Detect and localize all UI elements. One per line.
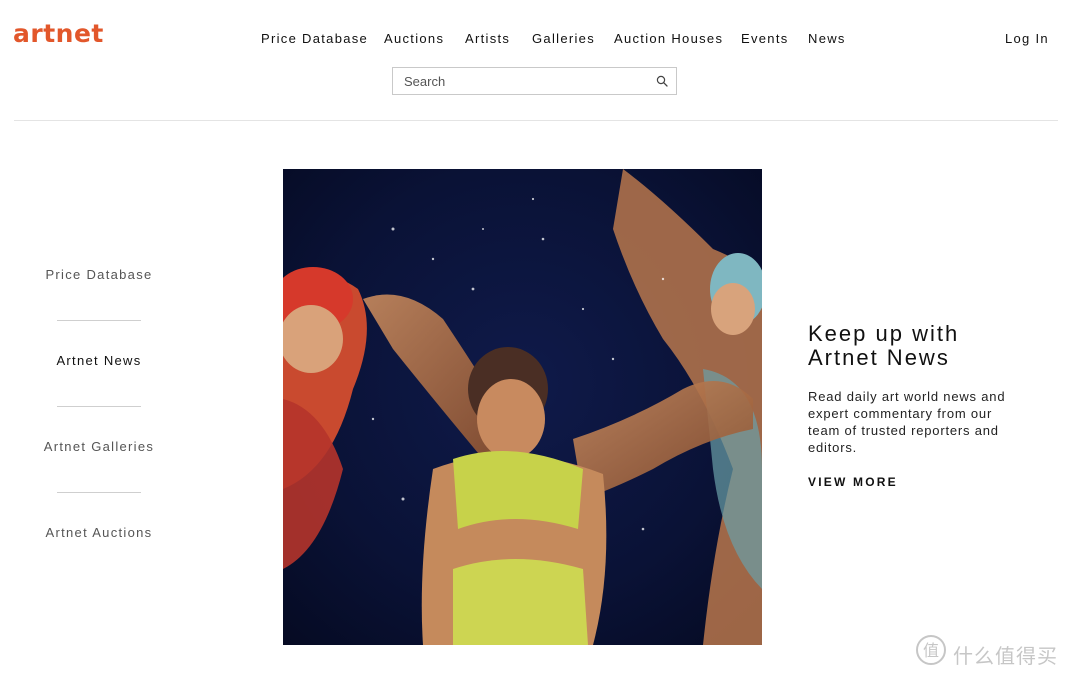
nav-events[interactable]: Events xyxy=(741,31,789,46)
hero-image xyxy=(283,169,762,645)
sidebar-item-artnet-galleries[interactable]: Artnet Galleries xyxy=(0,439,198,454)
search-icon[interactable] xyxy=(656,75,668,87)
news-promo: Keep up with Artnet News Read daily art … xyxy=(808,322,1008,491)
search-input[interactable] xyxy=(393,68,643,94)
nav-auction-houses[interactable]: Auction Houses xyxy=(614,31,723,46)
promo-title: Keep up with Artnet News xyxy=(808,322,1008,370)
sidebar-divider xyxy=(57,406,141,407)
nav-price-database[interactable]: Price Database xyxy=(261,31,368,46)
nav-auctions[interactable]: Auctions xyxy=(384,31,444,46)
sidebar-divider xyxy=(57,320,141,321)
sidebar-divider xyxy=(57,492,141,493)
header-divider xyxy=(14,120,1058,121)
sidebar-item-artnet-news[interactable]: Artnet News xyxy=(0,353,198,368)
view-more-link[interactable]: VIEW MORE xyxy=(808,475,898,489)
promo-title-line1: Keep up with xyxy=(808,321,960,346)
login-link[interactable]: Log In xyxy=(1005,31,1049,46)
main-nav: Price Database Auctions Artists Gallerie… xyxy=(0,31,1080,47)
nav-artists[interactable]: Artists xyxy=(465,31,510,46)
promo-body-line2: expert commentary from our xyxy=(808,406,993,421)
promo-description: Read daily art world news and expert com… xyxy=(808,388,1008,456)
nav-galleries[interactable]: Galleries xyxy=(532,31,595,46)
sidebar-item-price-database[interactable]: Price Database xyxy=(0,267,198,282)
promo-body-line3: team of trusted reporters and xyxy=(808,423,999,438)
sidebar-item-artnet-auctions[interactable]: Artnet Auctions xyxy=(0,525,198,540)
nav-news[interactable]: News xyxy=(808,31,846,46)
promo-body-line1: Read daily art world news and xyxy=(808,389,1006,404)
svg-text:值: 值 xyxy=(923,641,939,660)
promo-title-line2: Artnet News xyxy=(808,345,950,370)
smzdm-logo-icon: 值 xyxy=(916,635,946,665)
watermark-text: 什么值得买 xyxy=(953,644,1058,668)
promo-body-line4: editors. xyxy=(808,440,858,455)
watermark: 值 什么值得买 xyxy=(915,634,1070,668)
search-box xyxy=(392,67,677,95)
